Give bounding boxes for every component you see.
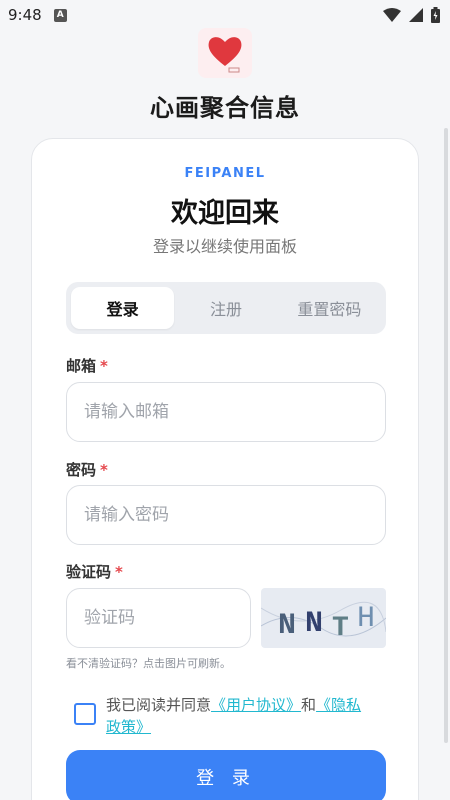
signal-icon bbox=[409, 8, 423, 22]
captcha-image[interactable]: N N T H bbox=[261, 588, 386, 648]
required-mark: * bbox=[100, 461, 108, 479]
brand-label: FEIPANEL bbox=[184, 166, 266, 181]
captcha-hint: 看不清验证码？点击图片可刷新。 bbox=[66, 657, 231, 670]
wifi-icon bbox=[383, 8, 401, 22]
required-mark: * bbox=[115, 563, 123, 581]
scrollbar[interactable] bbox=[444, 128, 448, 743]
agreement-text: 我已阅读并同意《用户协议》和《隐私政策》 bbox=[106, 694, 374, 738]
welcome-heading: 欢迎回来 bbox=[171, 198, 279, 229]
status-time: 9:48 bbox=[8, 6, 42, 24]
status-bar: 9:48 A bbox=[0, 0, 450, 30]
captcha-input[interactable] bbox=[66, 588, 251, 648]
password-input[interactable] bbox=[66, 485, 386, 545]
tab-reset-password[interactable]: 重置密码 bbox=[278, 287, 381, 329]
email-label-text: 邮箱 bbox=[66, 357, 97, 375]
captcha-char: N bbox=[305, 607, 323, 641]
captcha-label: 验证码 * bbox=[66, 561, 123, 582]
user-agreement-link[interactable]: 《用户协议》 bbox=[211, 696, 301, 714]
email-input[interactable] bbox=[66, 382, 386, 442]
app-title: 心画聚合信息 bbox=[150, 94, 300, 122]
heart-logo-icon bbox=[198, 28, 252, 78]
agreement-row: 我已阅读并同意《用户协议》和《隐私政策》 bbox=[74, 694, 374, 738]
agreement-checkbox[interactable] bbox=[74, 703, 96, 725]
tab-register[interactable]: 注册 bbox=[174, 287, 277, 329]
login-card: FEIPANEL 欢迎回来 登录以继续使用面板 登录 注册 重置密码 邮箱* 密… bbox=[31, 138, 419, 800]
password-label-text: 密码 bbox=[66, 461, 97, 479]
battery-icon bbox=[431, 7, 440, 23]
auth-tabs: 登录 注册 重置密码 bbox=[66, 282, 386, 334]
required-mark: * bbox=[100, 357, 108, 375]
email-label: 邮箱 * bbox=[66, 355, 108, 376]
captcha-char: H bbox=[357, 602, 375, 636]
captcha-label-text: 验证码 bbox=[66, 563, 112, 581]
tab-login[interactable]: 登录 bbox=[71, 287, 175, 329]
agreement-prefix: 我已阅读并同意 bbox=[106, 696, 212, 714]
captcha-char: T bbox=[332, 613, 349, 644]
notification-icon: A bbox=[53, 8, 67, 22]
login-button[interactable]: 登 录 bbox=[66, 750, 386, 800]
captcha-char: N bbox=[278, 609, 296, 643]
agreement-and: 和 bbox=[301, 696, 317, 714]
password-label: 密码 * bbox=[66, 459, 108, 480]
welcome-subtitle: 登录以继续使用面板 bbox=[152, 237, 297, 256]
